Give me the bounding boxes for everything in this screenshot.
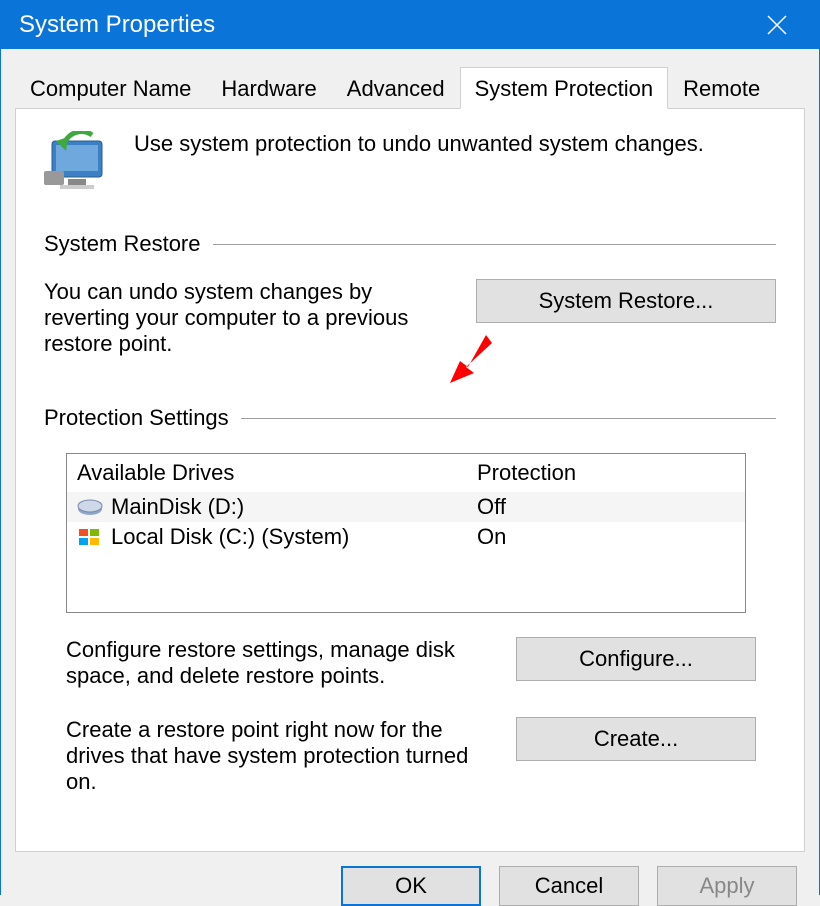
drives-table: Available Drives Protection MainDisk (D:… xyxy=(66,453,746,613)
col-header-protection: Protection xyxy=(477,460,735,486)
table-row[interactable]: Local Disk (C:) (System) On xyxy=(67,522,745,552)
header-text: Use system protection to undo unwanted s… xyxy=(134,131,704,157)
window-title: System Properties xyxy=(19,11,753,39)
tab-system-protection[interactable]: System Protection xyxy=(460,67,669,109)
tab-hardware[interactable]: Hardware xyxy=(206,67,331,109)
cancel-button[interactable]: Cancel xyxy=(499,866,639,906)
create-row: Create a restore point right now for the… xyxy=(66,717,776,795)
tab-advanced[interactable]: Advanced xyxy=(332,67,460,109)
ok-button[interactable]: OK xyxy=(341,866,481,906)
restore-description: You can undo system changes by reverting… xyxy=(44,279,458,357)
create-button[interactable]: Create... xyxy=(516,717,756,761)
section-protection-settings: Protection Settings xyxy=(44,405,776,431)
restore-row: You can undo system changes by reverting… xyxy=(44,279,776,357)
divider xyxy=(213,244,777,245)
section-title-protection: Protection Settings xyxy=(44,405,229,431)
section-system-restore: System Restore xyxy=(44,231,776,257)
drive-protection: On xyxy=(477,524,735,550)
titlebar: System Properties xyxy=(1,1,819,49)
close-icon xyxy=(767,15,787,35)
header-row: Use system protection to undo unwanted s… xyxy=(44,131,776,191)
tabstrip: Computer Name Hardware Advanced System P… xyxy=(1,49,819,109)
restore-monitor-icon xyxy=(44,131,114,191)
dialog-button-bar: OK Cancel Apply xyxy=(1,866,819,906)
create-description: Create a restore point right now for the… xyxy=(66,717,476,795)
drive-name: Local Disk (C:) (System) xyxy=(111,524,477,550)
tab-content: Use system protection to undo unwanted s… xyxy=(15,108,805,852)
configure-button[interactable]: Configure... xyxy=(516,637,756,681)
hdd-icon xyxy=(77,497,103,517)
table-row[interactable]: MainDisk (D:) Off xyxy=(67,492,745,522)
divider xyxy=(241,418,776,419)
section-title-restore: System Restore xyxy=(44,231,201,257)
drive-protection: Off xyxy=(477,494,735,520)
configure-description: Configure restore settings, manage disk … xyxy=(66,637,476,689)
close-button[interactable] xyxy=(753,1,801,49)
apply-button[interactable]: Apply xyxy=(657,866,797,906)
col-header-drives: Available Drives xyxy=(77,460,477,486)
drive-name: MainDisk (D:) xyxy=(111,494,477,520)
tab-remote[interactable]: Remote xyxy=(668,67,775,109)
tab-computer-name[interactable]: Computer Name xyxy=(15,67,206,109)
windows-drive-icon xyxy=(77,527,103,547)
system-restore-button[interactable]: System Restore... xyxy=(476,279,776,323)
table-body: MainDisk (D:) Off Local Disk (C:) (Syste… xyxy=(67,492,745,612)
configure-row: Configure restore settings, manage disk … xyxy=(66,637,776,689)
table-header: Available Drives Protection xyxy=(67,454,745,492)
system-properties-window: System Properties Computer Name Hardware… xyxy=(0,0,820,895)
table-empty-space xyxy=(67,552,745,612)
